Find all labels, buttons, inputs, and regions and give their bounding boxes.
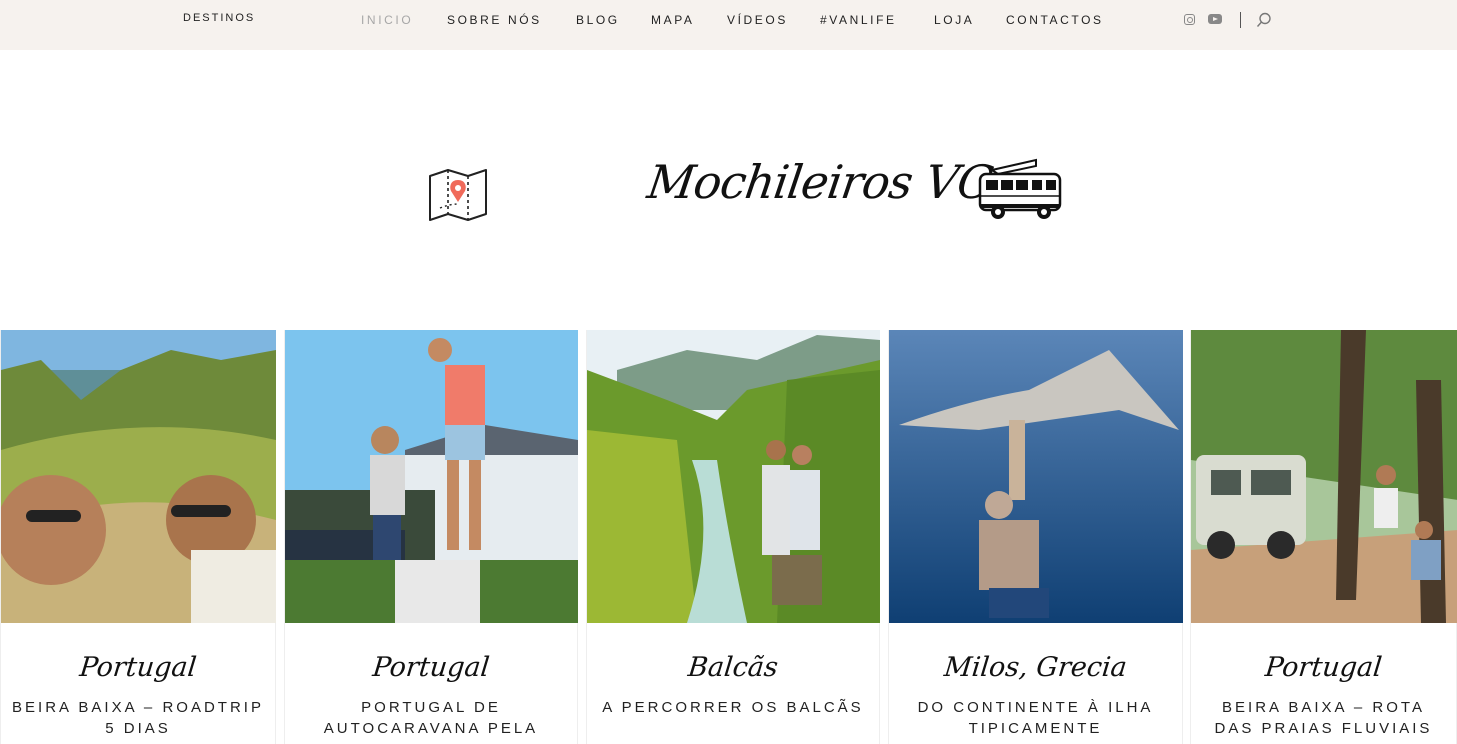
post-photo[interactable] [1,330,276,623]
post-card[interactable]: Portugal BEIRA BAIXA – ROADTRIP 5 DIAS [0,330,276,744]
map-pin-icon[interactable] [428,168,490,227]
nav-videos[interactable]: VÍDEOS [727,13,788,27]
post-category[interactable]: Milos, Grecia [887,652,1183,683]
post-category[interactable]: Portugal [0,652,277,683]
post-title[interactable]: BEIRA BAIXA – ROADTRIP 5 DIAS [11,697,265,739]
post-title[interactable]: BEIRA BAIXA – ROTA DAS PRAIAS FLUVIAIS [1201,697,1446,739]
nav-vanlife[interactable]: #VANLIFE [820,13,897,27]
post-card[interactable]: Portugal BEIRA BAIXA – ROTA DAS PRAIAS F… [1190,330,1457,744]
post-card[interactable]: Balcãs A PERCORRER OS BALCÃS [586,330,880,744]
nav-destinos[interactable]: DESTINOS [183,12,255,24]
camper-van-icon[interactable] [976,156,1066,229]
post-card[interactable]: Milos, Grecia DO CONTINENTE À ILHA TIPIC… [888,330,1183,744]
brand-logo[interactable]: Mochileiros VC [644,155,995,209]
nav-mapa[interactable]: MAPA [651,13,695,27]
instagram-icon[interactable] [1184,14,1195,25]
post-category[interactable]: Portugal [1189,652,1457,683]
post-category[interactable]: Balcãs [585,652,880,683]
nav-blog[interactable]: BLOG [576,13,620,27]
post-photo[interactable] [285,330,578,623]
top-navigation-bar: DESTINOS INICIO SOBRE NÓS BLOG MAPA VÍDE… [0,0,1457,50]
post-photo[interactable] [587,330,880,623]
nav-loja[interactable]: LOJA [934,13,974,27]
post-category[interactable]: Portugal [283,652,578,683]
nav-sobre-nos[interactable]: SOBRE NÓS [447,13,542,27]
nav-inicio[interactable]: INICIO [361,13,413,27]
post-card[interactable]: Portugal PORTUGAL DE AUTOCARAVANA PELA [284,330,578,744]
post-title[interactable]: A PERCORRER OS BALCÃS [597,697,869,718]
search-icon[interactable] [1256,12,1272,33]
post-photo[interactable] [1191,330,1457,623]
post-photo[interactable] [889,330,1183,623]
nav-contactos[interactable]: CONTACTOS [1006,13,1104,27]
nav-divider [1240,12,1241,28]
youtube-icon[interactable] [1208,14,1222,24]
post-title[interactable]: DO CONTINENTE À ILHA TIPICAMENTE [899,697,1172,739]
post-title[interactable]: PORTUGAL DE AUTOCARAVANA PELA [295,697,567,739]
